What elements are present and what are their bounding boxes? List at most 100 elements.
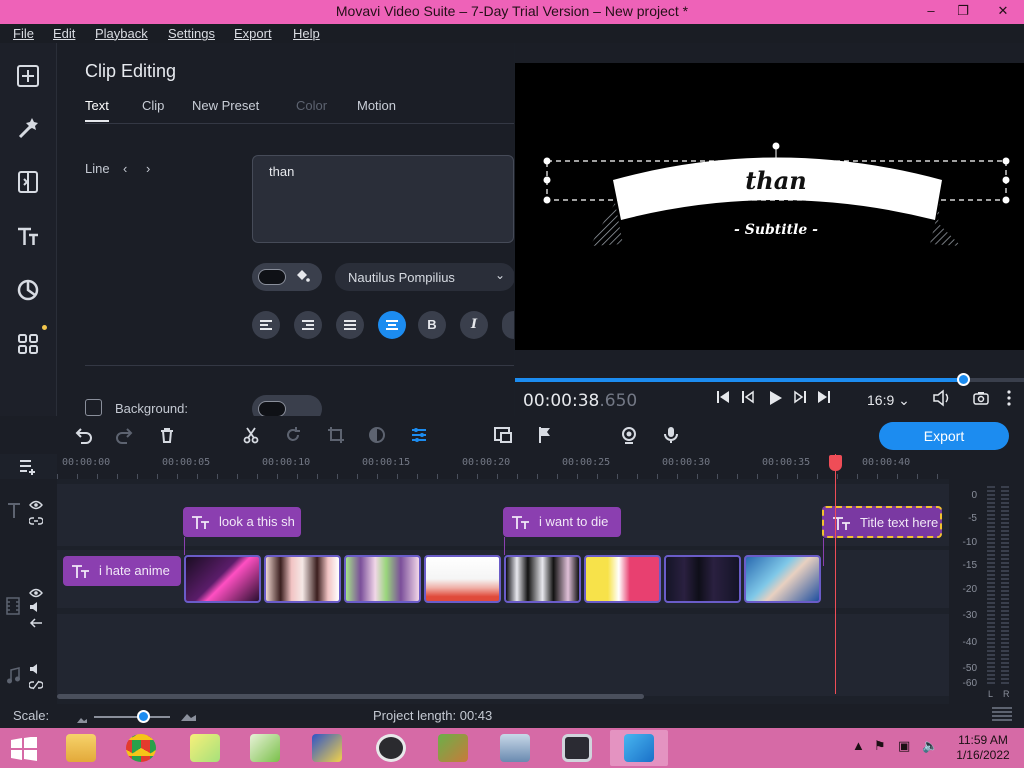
speaker-muted-icon[interactable]: 🔈 <box>922 738 938 754</box>
taskbar-obs[interactable] <box>362 730 420 766</box>
link-broken-icon[interactable] <box>28 677 44 695</box>
cut-scissors-icon[interactable] <box>241 425 261 445</box>
menu-help[interactable]: Help <box>293 26 320 41</box>
webcam-record-icon[interactable] <box>619 425 639 445</box>
video-clip[interactable] <box>344 555 421 603</box>
zoom-out-icon[interactable] <box>76 712 88 727</box>
add-track-icon[interactable] <box>18 456 38 476</box>
tab-text[interactable]: Text <box>85 98 109 122</box>
title-clip[interactable]: i want to die <box>503 507 621 537</box>
italic-button[interactable]: I <box>460 311 488 339</box>
zoom-in-icon[interactable] <box>180 710 198 725</box>
playback-scrubber[interactable] <box>515 373 1024 386</box>
restore-button[interactable]: ❐ <box>946 0 980 22</box>
show-hidden-icons[interactable]: ▲ <box>852 738 865 753</box>
clip-properties-icon[interactable] <box>409 425 429 445</box>
text-color-picker[interactable] <box>252 263 322 291</box>
picture-in-picture-icon[interactable] <box>493 425 513 445</box>
video-clip[interactable] <box>184 555 261 603</box>
marker-flag-icon[interactable] <box>535 425 555 445</box>
crop-icon[interactable] <box>326 425 346 445</box>
more-tools-icon[interactable] <box>11 327 45 361</box>
titles-icon[interactable] <box>11 219 45 253</box>
video-clip[interactable] <box>264 555 341 603</box>
aspect-ratio-select[interactable]: 16:9 ⌄ <box>867 392 910 409</box>
redo-icon[interactable] <box>115 425 135 445</box>
arrow-left-icon[interactable] <box>29 615 43 633</box>
taskbar-file-explorer[interactable] <box>52 730 110 766</box>
volume-icon[interactable] <box>932 389 952 412</box>
play-icon[interactable] <box>766 389 784 412</box>
taskbar-winamp[interactable] <box>298 730 356 766</box>
background-checkbox[interactable] <box>85 399 102 416</box>
menu-edit[interactable]: Edit <box>53 26 75 41</box>
import-icon[interactable] <box>11 59 45 93</box>
video-clip[interactable] <box>744 555 821 603</box>
skip-to-end-icon[interactable] <box>816 389 832 410</box>
title-clip[interactable]: i hate anime <box>63 556 181 586</box>
system-clock[interactable]: 11:59 AM 1/16/2022 <box>948 733 1018 763</box>
delete-icon[interactable] <box>157 425 177 445</box>
playhead-handle[interactable] <box>829 455 842 471</box>
snapshot-camera-icon[interactable] <box>972 389 990 412</box>
more-options-icon[interactable] <box>1005 389 1013 412</box>
next-frame-icon[interactable] <box>792 389 808 410</box>
background-color-picker[interactable] <box>252 395 322 416</box>
menu-playback[interactable]: Playback <box>95 26 148 41</box>
title-clip[interactable]: look a this sh <box>183 507 301 537</box>
video-clip[interactable] <box>664 555 741 603</box>
previous-frame-icon[interactable] <box>740 389 756 410</box>
color-adjust-icon[interactable] <box>367 425 387 445</box>
tab-new-preset[interactable]: New Preset <box>192 98 259 113</box>
windows-start-icon[interactable] <box>10 736 38 766</box>
meter-scroll-icon[interactable] <box>991 706 1013 727</box>
taskbar-chrome[interactable] <box>112 730 170 766</box>
video-preview[interactable]: than - Subtitle - <box>515 63 1024 350</box>
timeline-scrollbar[interactable] <box>57 694 644 699</box>
export-button[interactable]: Export <box>879 422 1009 450</box>
tab-color[interactable]: Color <box>296 98 327 113</box>
close-button[interactable]: ✕ <box>983 0 1023 22</box>
rotate-icon[interactable] <box>283 425 303 445</box>
magic-wand-icon[interactable] <box>11 111 45 145</box>
taskbar-notepad-plus[interactable] <box>236 730 294 766</box>
justify-button[interactable] <box>336 311 364 339</box>
title-text-input[interactable]: than <box>252 155 514 243</box>
video-clip[interactable] <box>504 555 581 603</box>
font-select[interactable]: Nautilus Pompilius ⌄ <box>335 263 514 291</box>
tab-clip[interactable]: Clip <box>142 98 164 113</box>
menu-file[interactable]: File <box>13 26 34 41</box>
undo-icon[interactable] <box>73 425 93 445</box>
next-line-button[interactable]: › <box>146 161 150 176</box>
align-center-button[interactable] <box>378 311 406 339</box>
video-clip[interactable] <box>584 555 661 603</box>
skip-to-start-icon[interactable] <box>715 389 731 410</box>
network-icon[interactable]: ▣ <box>898 738 910 754</box>
taskbar-movavi-video-suite[interactable] <box>610 730 668 766</box>
align-left-button[interactable] <box>252 311 280 339</box>
audio-track[interactable] <box>57 614 949 696</box>
underline-button[interactable] <box>502 311 514 339</box>
scrubber-handle[interactable] <box>957 373 970 386</box>
flag-icon[interactable]: ⚑ <box>874 738 886 754</box>
taskbar-monitor[interactable] <box>486 730 544 766</box>
tab-motion[interactable]: Motion <box>357 98 396 113</box>
stickers-icon[interactable] <box>11 273 45 307</box>
transitions-icon[interactable] <box>11 165 45 199</box>
menu-settings[interactable]: Settings <box>168 26 215 41</box>
microphone-icon[interactable] <box>661 425 681 445</box>
align-right-button[interactable] <box>294 311 322 339</box>
minimize-button[interactable]: – <box>914 0 948 22</box>
link-icon[interactable] <box>28 513 44 531</box>
prev-line-button[interactable]: ‹ <box>123 161 127 176</box>
menu-export[interactable]: Export <box>234 26 272 41</box>
taskbar-movavi-screen[interactable] <box>548 730 606 766</box>
title-clip-selected[interactable]: Title text here <box>822 506 942 538</box>
zoom-slider-track[interactable] <box>94 716 170 718</box>
video-clip[interactable] <box>424 555 501 603</box>
taskbar-sticky-notes[interactable] <box>176 730 234 766</box>
zoom-slider-handle[interactable] <box>137 710 150 723</box>
time-ruler[interactable]: 00:00:00 00:00:05 00:00:10 00:00:15 00:0… <box>57 454 949 479</box>
bold-button[interactable]: B <box>418 311 446 339</box>
taskbar-plants-game[interactable] <box>424 730 482 766</box>
